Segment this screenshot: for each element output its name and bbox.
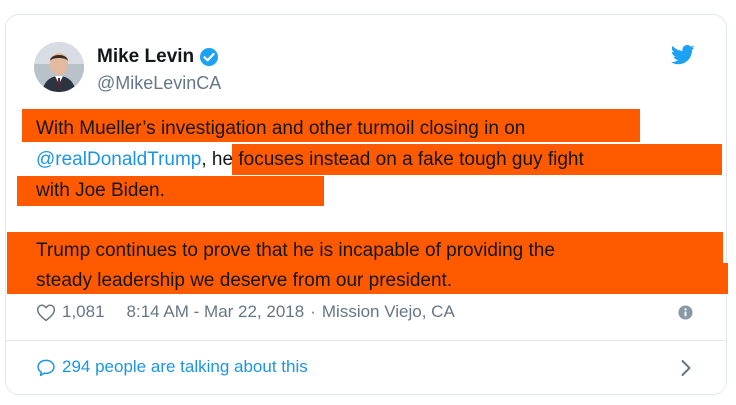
info-icon[interactable] — [678, 305, 693, 320]
tweet-text-segment: , he focuses instead on a fake tough guy… — [201, 149, 584, 170]
tweet-location[interactable]: Mission Viejo, CA — [322, 302, 455, 322]
tweet-text-line: with Joe Biden. — [36, 180, 165, 201]
tweet-text-line: With Mueller’s investigation and other t… — [36, 118, 526, 139]
talking-about-label: 294 people are talking about this — [62, 357, 308, 376]
mention-link[interactable]: @realDonaldTrump — [36, 149, 201, 170]
divider — [6, 340, 726, 341]
user-handle[interactable]: @MikeLevinCA — [97, 73, 221, 94]
tweet-text-line: @realDonaldTrump, he focuses instead on … — [36, 149, 584, 171]
comment-bubble-icon — [37, 359, 55, 376]
avatar[interactable] — [34, 42, 84, 92]
verified-icon — [200, 48, 219, 66]
tweet-text-line: Trump continues to prove that he is inca… — [36, 240, 555, 261]
heart-icon[interactable] — [36, 303, 56, 322]
like-count[interactable]: 1,081 — [62, 302, 105, 322]
tweet-meta: 1,081 8:14 AM - Mar 22, 2018 · Mission V… — [36, 302, 455, 322]
display-name[interactable]: Mike Levin — [97, 46, 194, 68]
separator: · — [310, 302, 316, 321]
chevron-right-icon[interactable] — [680, 359, 692, 377]
conversation-link[interactable]: 294 people are talking about this — [36, 357, 308, 377]
bird-icon[interactable] — [671, 44, 695, 66]
tweet-timestamp[interactable]: 8:14 AM - Mar 22, 2018 — [127, 302, 305, 322]
tweet-text-line: steady leadership we deserve from our pr… — [36, 270, 453, 291]
